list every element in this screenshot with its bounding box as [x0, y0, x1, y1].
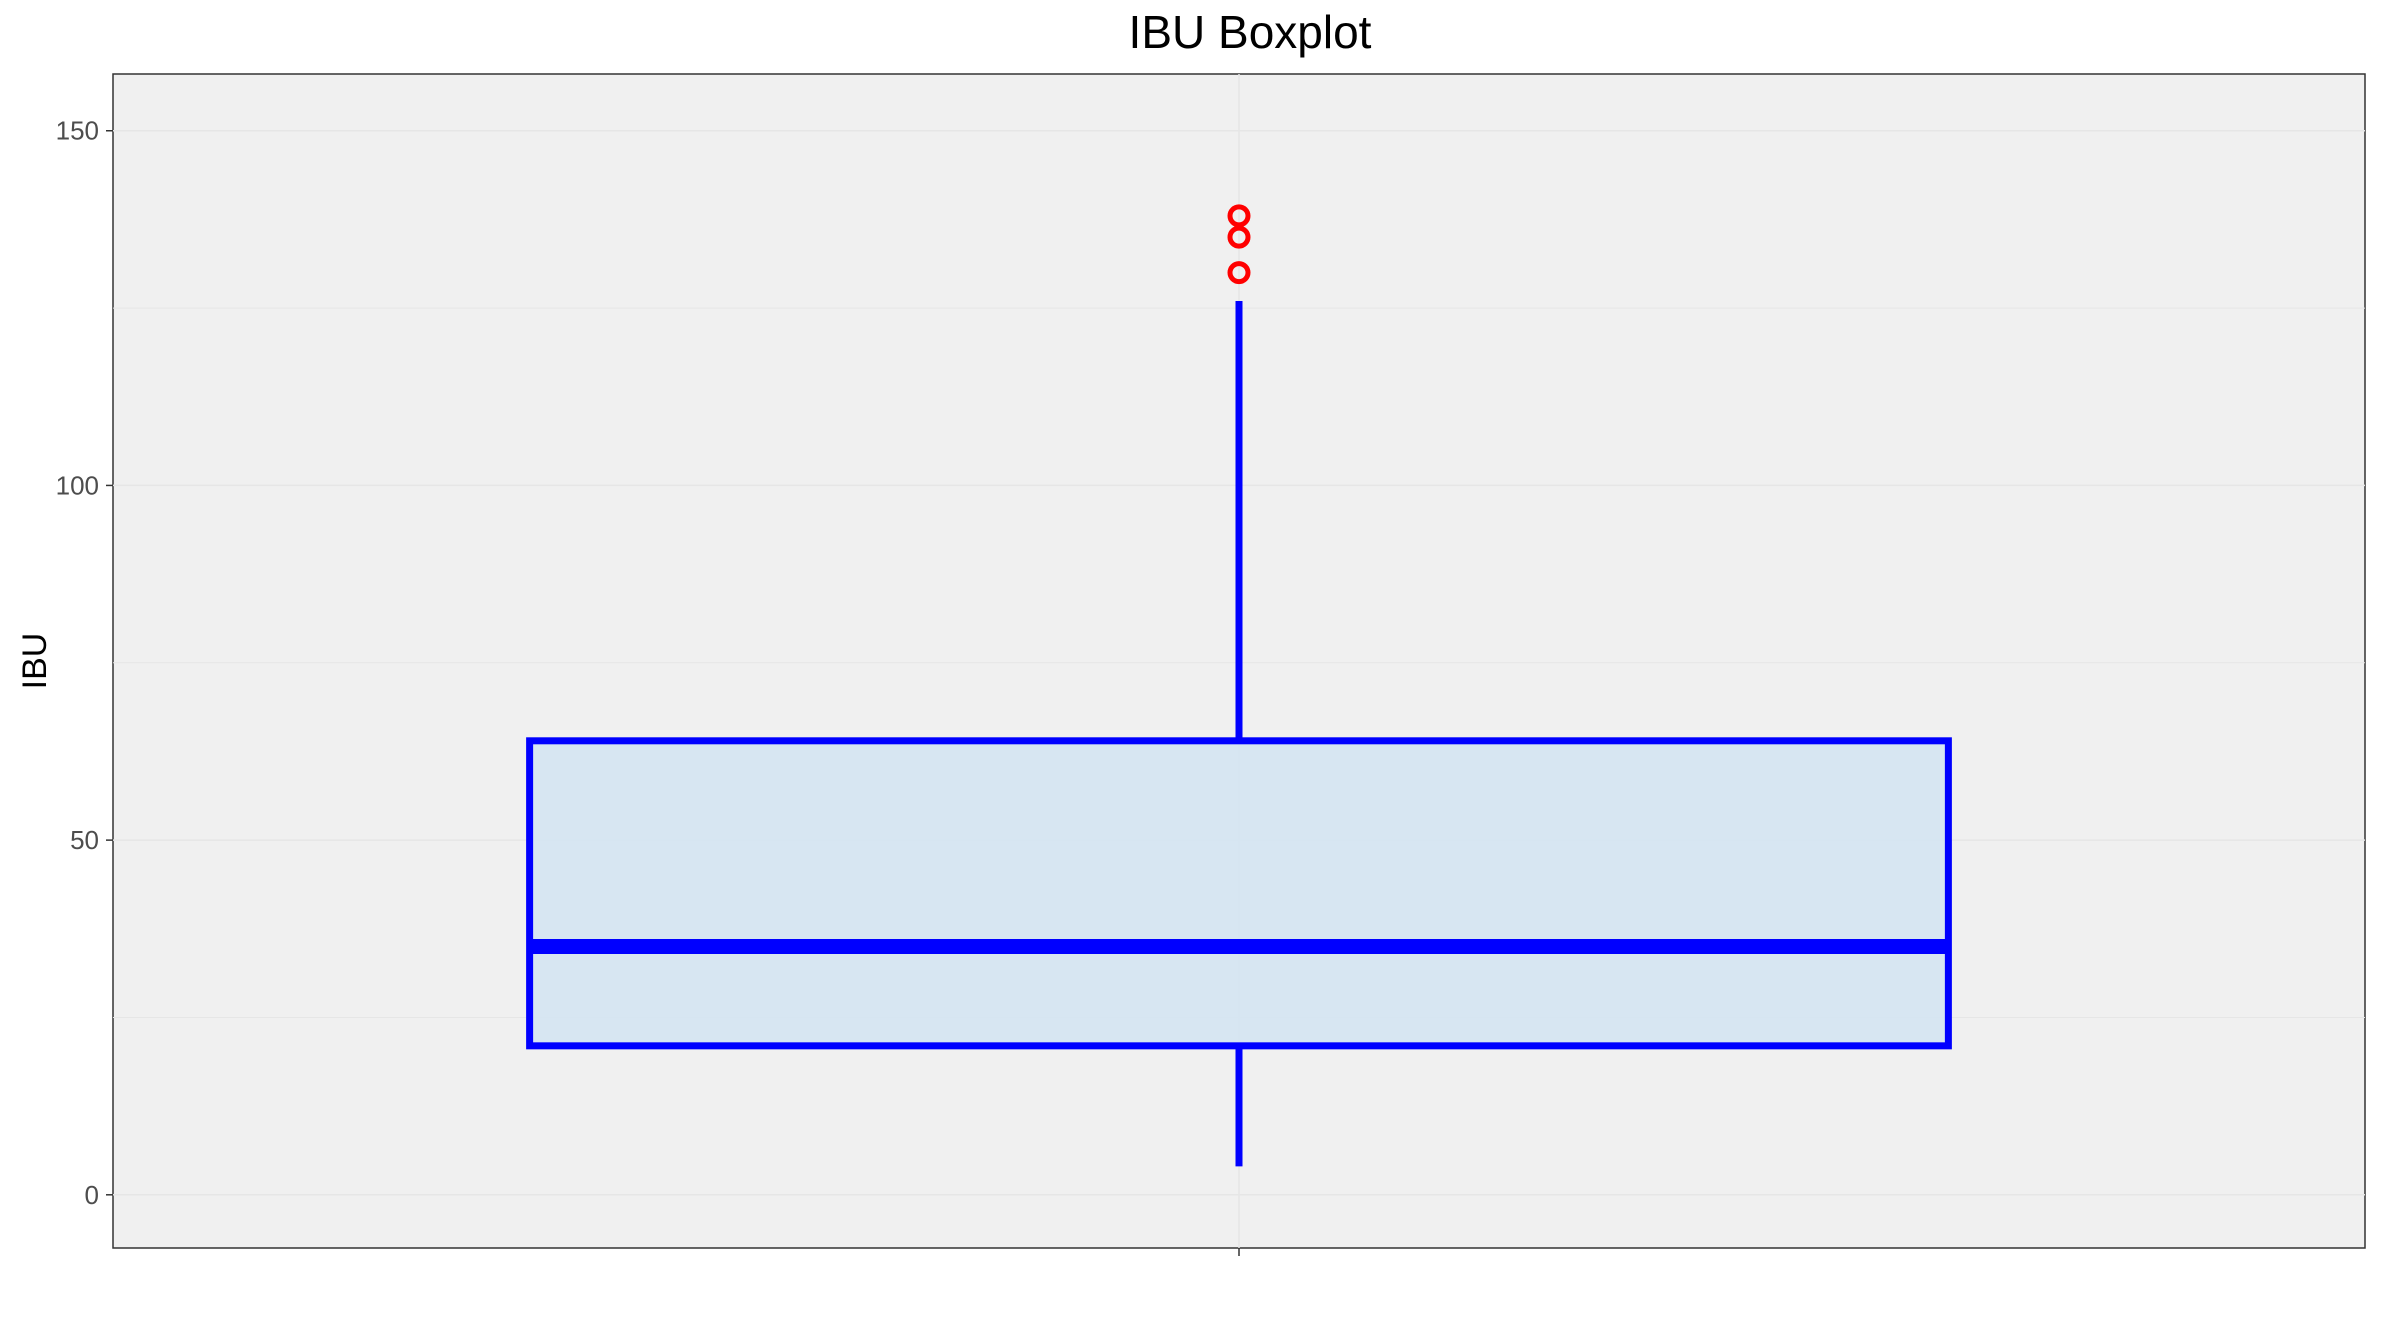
- y-tick-label: 100: [56, 470, 99, 500]
- y-axis-label: IBU: [16, 633, 54, 690]
- y-tick-label: 0: [85, 1180, 99, 1210]
- y-tick-label: 150: [56, 116, 99, 146]
- chart: IBU Boxplot 0 50 100 150 IBU: [16, 6, 2366, 1256]
- y-axis: 0 50 100 150: [56, 116, 113, 1210]
- chart-title: IBU Boxplot: [1129, 6, 1372, 58]
- box-iqr: [526, 737, 1952, 1050]
- y-tick-label: 50: [70, 825, 99, 855]
